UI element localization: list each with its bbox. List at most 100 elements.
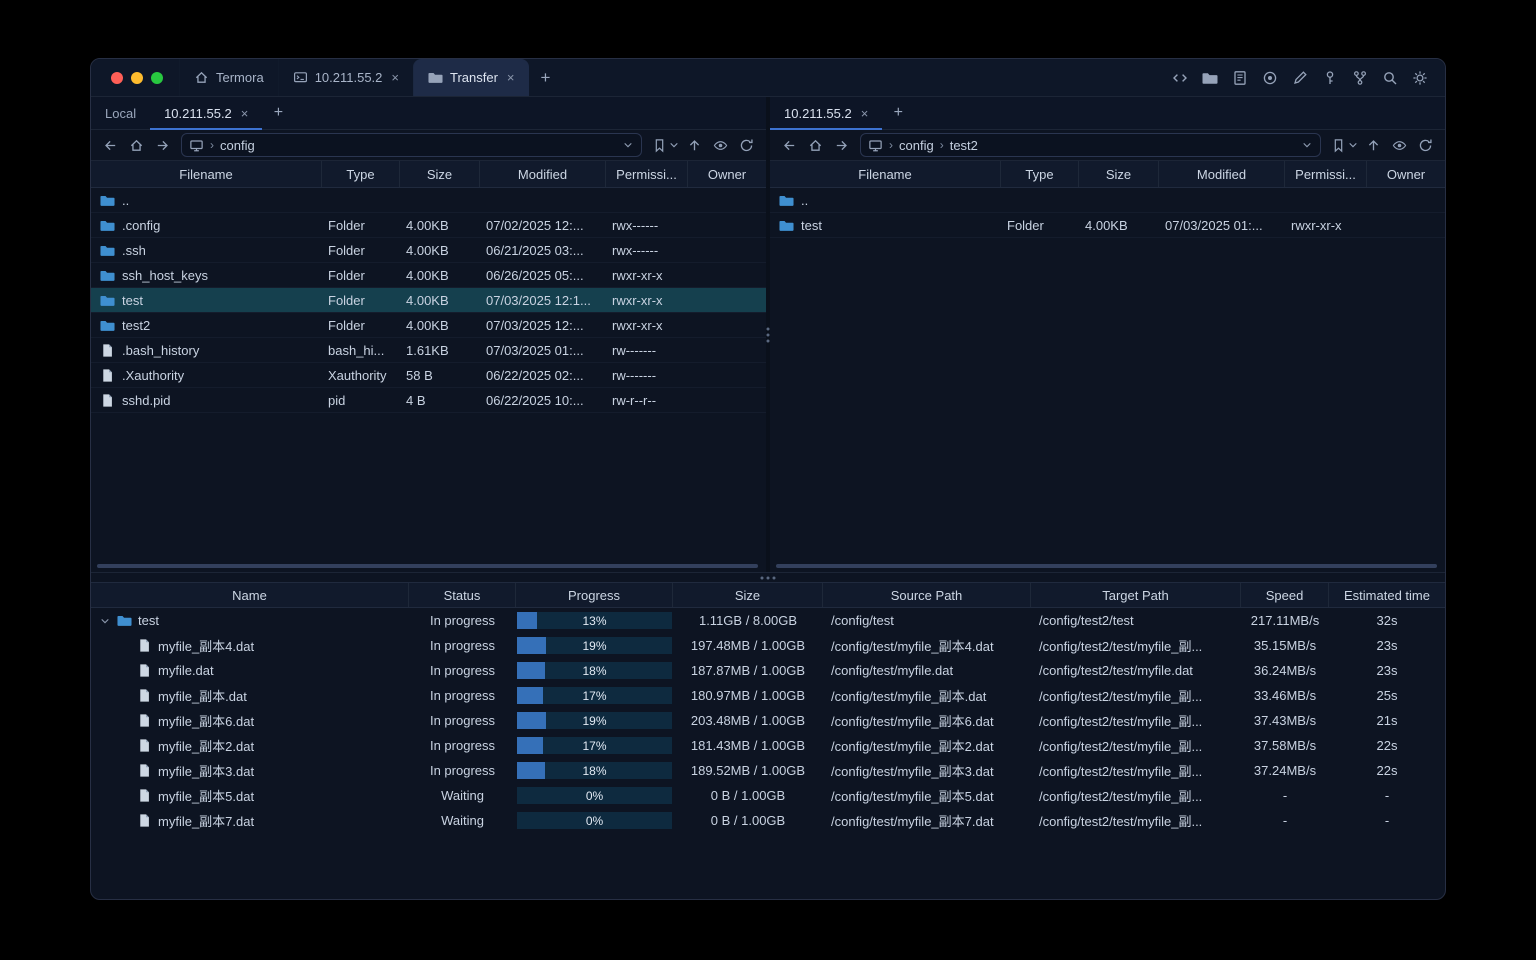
source-path: /config/test/myfile_副本3.dat: [831, 764, 994, 779]
tab-transfer[interactable]: Transfer ×: [413, 59, 529, 96]
transfer-row[interactable]: test In progress 13% 1.11GB / 8.00GB /co…: [91, 608, 1445, 633]
forward-button[interactable]: [830, 134, 853, 157]
transfer-row[interactable]: myfile_副本7.dat Waiting 0% 0 B / 1.00GB /…: [91, 808, 1445, 833]
progress-label: 18%: [582, 763, 607, 778]
column-header-type[interactable]: Type: [1001, 161, 1079, 187]
show-hidden-button[interactable]: [709, 134, 732, 157]
horizontal-scrollbar[interactable]: [97, 564, 758, 568]
column-header-estimated-time[interactable]: Estimated time: [1329, 583, 1445, 607]
code-button[interactable]: [1169, 67, 1191, 89]
zoom-window-button[interactable]: [151, 71, 163, 84]
file-row[interactable]: ..: [770, 188, 1445, 213]
titlebar: Termora 10.211.55.2 × Transfer × +: [91, 59, 1445, 97]
path-dropdown-button[interactable]: [1301, 139, 1313, 151]
pane-tab-remote[interactable]: 10.211.55.2 ×: [150, 97, 263, 130]
file-row[interactable]: .bash_history bash_hi... 1.61KB 07/03/20…: [91, 338, 766, 363]
file-icon: [137, 713, 152, 728]
column-header-target-path[interactable]: Target Path: [1031, 583, 1241, 607]
parent-directory-button[interactable]: [683, 134, 706, 157]
file-row[interactable]: ..: [91, 188, 766, 213]
journal-button[interactable]: [1229, 67, 1251, 89]
refresh-button[interactable]: [1414, 134, 1437, 157]
tab-session-10-211-55-2[interactable]: 10.211.55.2 ×: [277, 59, 413, 96]
transfer-row[interactable]: myfile_副本6.dat In progress 19% 203.48MB …: [91, 708, 1445, 733]
bookmark-button[interactable]: [1331, 138, 1359, 153]
horizontal-splitter[interactable]: [91, 573, 1445, 582]
forward-button[interactable]: [151, 134, 174, 157]
key-button[interactable]: [1319, 67, 1341, 89]
chevron-down-icon: [1347, 139, 1359, 151]
column-header-progress[interactable]: Progress: [516, 583, 673, 607]
close-window-button[interactable]: [111, 71, 123, 84]
close-icon[interactable]: ×: [861, 107, 869, 120]
column-header-owner[interactable]: Owner: [688, 161, 766, 187]
breadcrumb-segment[interactable]: test2: [950, 138, 978, 153]
transfer-name: myfile_副本7.dat: [158, 814, 255, 829]
refresh-button[interactable]: [735, 134, 758, 157]
column-header-permissions[interactable]: Permissi...: [606, 161, 688, 187]
column-header-filename[interactable]: Filename: [91, 161, 322, 187]
horizontal-scrollbar[interactable]: [776, 564, 1437, 568]
new-tab-button[interactable]: +: [529, 59, 563, 96]
column-header-size[interactable]: Size: [1079, 161, 1159, 187]
breadcrumb-segment[interactable]: config: [899, 138, 934, 153]
transfer-row[interactable]: myfile.dat In progress 18% 187.87MB / 1.…: [91, 658, 1445, 683]
file-row[interactable]: .Xauthority Xauthority 58 B 06/22/2025 0…: [91, 363, 766, 388]
pane-new-tab-button[interactable]: +: [262, 97, 294, 129]
parent-directory-button[interactable]: [1362, 134, 1385, 157]
pane-new-tab-button[interactable]: +: [882, 97, 914, 129]
pane-tab-label: 10.211.55.2: [164, 105, 232, 121]
file-row[interactable]: test2 Folder 4.00KB 07/03/2025 12:... rw…: [91, 313, 766, 338]
back-button[interactable]: [99, 134, 122, 157]
branch-button[interactable]: [1349, 67, 1371, 89]
record-button[interactable]: [1259, 67, 1281, 89]
file-row-selected[interactable]: test Folder 4.00KB 07/03/2025 12:1... rw…: [91, 288, 766, 313]
breadcrumb-segment[interactable]: config: [220, 138, 255, 153]
column-header-modified[interactable]: Modified: [480, 161, 606, 187]
search-button[interactable]: [1379, 67, 1401, 89]
file-type: Folder: [328, 292, 365, 308]
transfer-row[interactable]: myfile_副本4.dat In progress 19% 197.48MB …: [91, 633, 1445, 658]
left-pane: Local 10.211.55.2 × + › config Filename …: [91, 97, 766, 572]
pane-tab-remote[interactable]: 10.211.55.2 ×: [770, 97, 883, 130]
column-header-owner[interactable]: Owner: [1367, 161, 1445, 187]
close-icon[interactable]: ×: [391, 71, 399, 84]
column-header-name[interactable]: Name: [91, 583, 409, 607]
column-header-size[interactable]: Size: [400, 161, 480, 187]
column-header-speed[interactable]: Speed: [1241, 583, 1329, 607]
file-row[interactable]: .config Folder 4.00KB 07/02/2025 12:... …: [91, 213, 766, 238]
file-row[interactable]: test Folder 4.00KB 07/03/2025 01:... rwx…: [770, 213, 1445, 238]
transfer-row[interactable]: myfile_副本3.dat In progress 18% 189.52MB …: [91, 758, 1445, 783]
edit-button[interactable]: [1289, 67, 1311, 89]
path-bar[interactable]: › config: [181, 133, 642, 157]
transfer-row[interactable]: myfile_副本5.dat Waiting 0% 0 B / 1.00GB /…: [91, 783, 1445, 808]
back-button[interactable]: [778, 134, 801, 157]
column-header-source-path[interactable]: Source Path: [823, 583, 1031, 607]
column-header-type[interactable]: Type: [322, 161, 400, 187]
column-header-size[interactable]: Size: [673, 583, 823, 607]
column-header-filename[interactable]: Filename: [770, 161, 1001, 187]
transfer-row[interactable]: myfile_副本2.dat In progress 17% 181.43MB …: [91, 733, 1445, 758]
chevron-down-icon[interactable]: [99, 615, 111, 627]
column-header-permissions[interactable]: Permissi...: [1285, 161, 1367, 187]
file-row[interactable]: ssh_host_keys Folder 4.00KB 06/26/2025 0…: [91, 263, 766, 288]
folder-button[interactable]: [1199, 67, 1221, 89]
transfer-row[interactable]: myfile_副本.dat In progress 17% 180.97MB /…: [91, 683, 1445, 708]
minimize-window-button[interactable]: [131, 71, 143, 84]
pane-tab-local[interactable]: Local: [91, 97, 150, 129]
folder-icon: [100, 243, 115, 258]
file-row[interactable]: sshd.pid pid 4 B 06/22/2025 10:... rw-r-…: [91, 388, 766, 413]
close-icon[interactable]: ×: [507, 71, 515, 84]
path-dropdown-button[interactable]: [622, 139, 634, 151]
path-bar[interactable]: › config › test2: [860, 133, 1321, 157]
bookmark-button[interactable]: [652, 138, 680, 153]
home-button[interactable]: [804, 134, 827, 157]
home-button[interactable]: [125, 134, 148, 157]
close-icon[interactable]: ×: [241, 107, 249, 120]
column-header-status[interactable]: Status: [409, 583, 516, 607]
file-row[interactable]: .ssh Folder 4.00KB 06/21/2025 03:... rwx…: [91, 238, 766, 263]
settings-button[interactable]: [1409, 67, 1431, 89]
show-hidden-button[interactable]: [1388, 134, 1411, 157]
tab-termora[interactable]: Termora: [179, 59, 278, 96]
column-header-modified[interactable]: Modified: [1159, 161, 1285, 187]
